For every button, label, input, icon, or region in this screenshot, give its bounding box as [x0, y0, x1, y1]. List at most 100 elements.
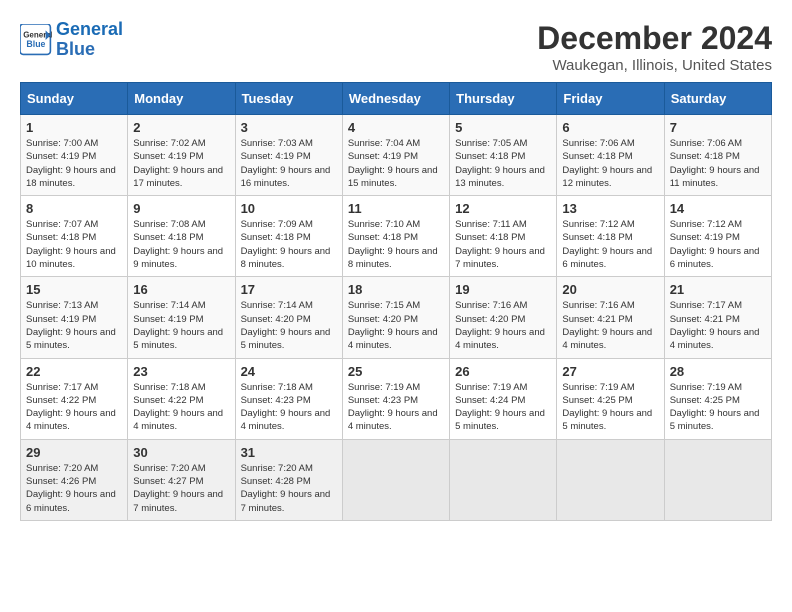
calendar-cell: 6 Sunrise: 7:06 AM Sunset: 4:18 PM Daylig… — [557, 115, 664, 196]
weekday-header-tuesday: Tuesday — [235, 83, 342, 115]
day-info: Sunrise: 7:18 AM Sunset: 4:23 PM Dayligh… — [241, 382, 331, 433]
calendar-cell: 10 Sunrise: 7:09 AM Sunset: 4:18 PM Dayli… — [235, 196, 342, 277]
day-info: Sunrise: 7:12 AM Sunset: 4:18 PM Dayligh… — [562, 219, 652, 270]
day-info: Sunrise: 7:02 AM Sunset: 4:19 PM Dayligh… — [133, 138, 223, 189]
day-info: Sunrise: 7:19 AM Sunset: 4:25 PM Dayligh… — [562, 382, 652, 433]
day-info: Sunrise: 7:05 AM Sunset: 4:18 PM Dayligh… — [455, 138, 545, 189]
day-number: 23 — [133, 364, 229, 379]
day-number: 7 — [670, 120, 766, 135]
logo: General Blue GeneralBlue — [20, 20, 123, 60]
day-info: Sunrise: 7:18 AM Sunset: 4:22 PM Dayligh… — [133, 382, 223, 433]
main-title: December 2024 — [537, 20, 772, 57]
calendar-cell: 14 Sunrise: 7:12 AM Sunset: 4:19 PM Dayli… — [664, 196, 771, 277]
day-info: Sunrise: 7:09 AM Sunset: 4:18 PM Dayligh… — [241, 219, 331, 270]
calendar-week-row: 1 Sunrise: 7:00 AM Sunset: 4:19 PM Daylig… — [21, 115, 772, 196]
day-info: Sunrise: 7:06 AM Sunset: 4:18 PM Dayligh… — [670, 138, 760, 189]
header: General Blue GeneralBlue December 2024 W… — [20, 20, 772, 74]
day-info: Sunrise: 7:20 AM Sunset: 4:26 PM Dayligh… — [26, 463, 116, 514]
calendar-cell: 27Sunrise: 7:19 AM Sunset: 4:25 PM Dayli… — [557, 358, 664, 439]
day-number: 11 — [348, 201, 444, 216]
day-info: Sunrise: 7:15 AM Sunset: 4:20 PM Dayligh… — [348, 300, 438, 351]
day-info: Sunrise: 7:11 AM Sunset: 4:18 PM Dayligh… — [455, 219, 545, 270]
day-number: 28 — [670, 364, 766, 379]
day-info: Sunrise: 7:00 AM Sunset: 4:19 PM Dayligh… — [26, 138, 116, 189]
day-number: 3 — [241, 120, 337, 135]
calendar-cell: 20 Sunrise: 7:16 AM Sunset: 4:21 PM Dayli… — [557, 277, 664, 358]
weekday-header-wednesday: Wednesday — [342, 83, 449, 115]
calendar-cell: 25 Sunrise: 7:19 AM Sunset: 4:23 PM Dayli… — [342, 358, 449, 439]
calendar-cell: 7 Sunrise: 7:06 AM Sunset: 4:18 PM Daylig… — [664, 115, 771, 196]
day-info: Sunrise: 7:14 AM Sunset: 4:19 PM Dayligh… — [133, 300, 223, 351]
day-number: 26 — [455, 364, 551, 379]
day-number: 19 — [455, 282, 551, 297]
day-number: 20 — [562, 282, 658, 297]
day-number: 10 — [241, 201, 337, 216]
day-info: Sunrise: 7:20 AM Sunset: 4:28 PM Dayligh… — [241, 463, 331, 514]
day-info: Sunrise: 7:06 AM Sunset: 4:18 PM Dayligh… — [562, 138, 652, 189]
calendar-cell: 9 Sunrise: 7:08 AM Sunset: 4:18 PM Daylig… — [128, 196, 235, 277]
day-number: 25 — [348, 364, 444, 379]
day-info: Sunrise: 7:19 AM Sunset: 4:23 PM Dayligh… — [348, 382, 438, 433]
weekday-header-row: SundayMondayTuesdayWednesdayThursdayFrid… — [21, 83, 772, 115]
day-number: 4 — [348, 120, 444, 135]
day-number: 22 — [26, 364, 122, 379]
calendar-week-row: 22Sunrise: 7:17 AM Sunset: 4:22 PM Dayli… — [21, 358, 772, 439]
calendar-cell: 19 Sunrise: 7:16 AM Sunset: 4:20 PM Dayli… — [450, 277, 557, 358]
calendar-cell: 3 Sunrise: 7:03 AM Sunset: 4:19 PM Daylig… — [235, 115, 342, 196]
day-number: 24 — [241, 364, 337, 379]
day-info: Sunrise: 7:14 AM Sunset: 4:20 PM Dayligh… — [241, 300, 331, 351]
calendar-cell: 4Sunrise: 7:04 AM Sunset: 4:19 PM Daylig… — [342, 115, 449, 196]
calendar-cell: 18 Sunrise: 7:15 AM Sunset: 4:20 PM Dayli… — [342, 277, 449, 358]
calendar-cell: 28 Sunrise: 7:19 AM Sunset: 4:25 PM Dayli… — [664, 358, 771, 439]
calendar-week-row: 8Sunrise: 7:07 AM Sunset: 4:18 PM Daylig… — [21, 196, 772, 277]
day-number: 18 — [348, 282, 444, 297]
calendar-cell: 23 Sunrise: 7:18 AM Sunset: 4:22 PM Dayli… — [128, 358, 235, 439]
subtitle: Waukegan, Illinois, United States — [537, 57, 772, 74]
day-number: 13 — [562, 201, 658, 216]
calendar-cell — [450, 439, 557, 520]
day-info: Sunrise: 7:03 AM Sunset: 4:19 PM Dayligh… — [241, 138, 331, 189]
day-number: 6 — [562, 120, 658, 135]
day-number: 5 — [455, 120, 551, 135]
calendar-week-row: 15Sunrise: 7:13 AM Sunset: 4:19 PM Dayli… — [21, 277, 772, 358]
day-info: Sunrise: 7:12 AM Sunset: 4:19 PM Dayligh… — [670, 219, 760, 270]
day-number: 2 — [133, 120, 229, 135]
day-info: Sunrise: 7:16 AM Sunset: 4:20 PM Dayligh… — [455, 300, 545, 351]
day-info: Sunrise: 7:20 AM Sunset: 4:27 PM Dayligh… — [133, 463, 223, 514]
day-info: Sunrise: 7:16 AM Sunset: 4:21 PM Dayligh… — [562, 300, 652, 351]
day-number: 15 — [26, 282, 122, 297]
calendar-table: SundayMondayTuesdayWednesdayThursdayFrid… — [20, 82, 772, 521]
calendar-cell: 30 Sunrise: 7:20 AM Sunset: 4:27 PM Dayli… — [128, 439, 235, 520]
weekday-header-thursday: Thursday — [450, 83, 557, 115]
svg-text:Blue: Blue — [26, 39, 45, 49]
logo-text: GeneralBlue — [56, 20, 123, 60]
calendar-cell — [557, 439, 664, 520]
day-info: Sunrise: 7:19 AM Sunset: 4:24 PM Dayligh… — [455, 382, 545, 433]
calendar-cell: 21Sunrise: 7:17 AM Sunset: 4:21 PM Dayli… — [664, 277, 771, 358]
calendar-cell: 11Sunrise: 7:10 AM Sunset: 4:18 PM Dayli… — [342, 196, 449, 277]
calendar-cell: 2 Sunrise: 7:02 AM Sunset: 4:19 PM Daylig… — [128, 115, 235, 196]
day-info: Sunrise: 7:08 AM Sunset: 4:18 PM Dayligh… — [133, 219, 223, 270]
weekday-header-monday: Monday — [128, 83, 235, 115]
day-number: 31 — [241, 445, 337, 460]
day-number: 1 — [26, 120, 122, 135]
calendar-cell: 31 Sunrise: 7:20 AM Sunset: 4:28 PM Dayli… — [235, 439, 342, 520]
calendar-cell: 5 Sunrise: 7:05 AM Sunset: 4:18 PM Daylig… — [450, 115, 557, 196]
calendar-cell: 15Sunrise: 7:13 AM Sunset: 4:19 PM Dayli… — [21, 277, 128, 358]
logo-icon: General Blue — [20, 24, 52, 56]
title-area: December 2024 Waukegan, Illinois, United… — [537, 20, 772, 74]
day-info: Sunrise: 7:07 AM Sunset: 4:18 PM Dayligh… — [26, 219, 116, 270]
calendar-cell: 17 Sunrise: 7:14 AM Sunset: 4:20 PM Dayli… — [235, 277, 342, 358]
day-number: 16 — [133, 282, 229, 297]
calendar-cell: 24 Sunrise: 7:18 AM Sunset: 4:23 PM Dayli… — [235, 358, 342, 439]
day-info: Sunrise: 7:19 AM Sunset: 4:25 PM Dayligh… — [670, 382, 760, 433]
calendar-cell: 8Sunrise: 7:07 AM Sunset: 4:18 PM Daylig… — [21, 196, 128, 277]
day-number: 9 — [133, 201, 229, 216]
day-number: 14 — [670, 201, 766, 216]
calendar-cell: 26 Sunrise: 7:19 AM Sunset: 4:24 PM Dayli… — [450, 358, 557, 439]
day-info: Sunrise: 7:17 AM Sunset: 4:21 PM Dayligh… — [670, 300, 760, 351]
weekday-header-friday: Friday — [557, 83, 664, 115]
day-number: 17 — [241, 282, 337, 297]
day-number: 30 — [133, 445, 229, 460]
calendar-cell: 12Sunrise: 7:11 AM Sunset: 4:18 PM Dayli… — [450, 196, 557, 277]
